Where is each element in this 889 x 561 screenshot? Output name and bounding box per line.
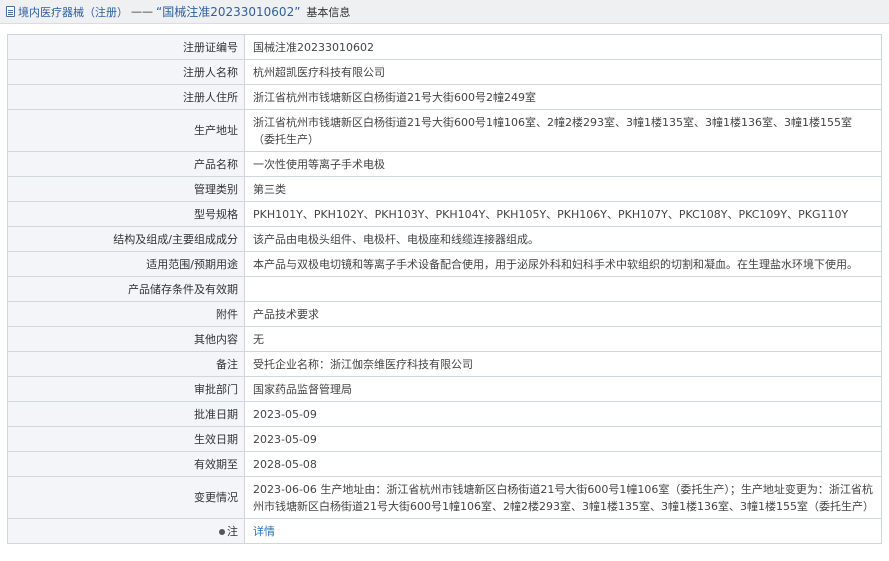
table-row: 附件 产品技术要求 [7, 301, 882, 327]
table-row: 变更情况 2023-06-06 生产地址由：浙江省杭州市钱塘新区白杨街道21号大街… [7, 476, 882, 519]
field-label: 注册人住所 [7, 84, 245, 110]
field-value: PKH101Y、PKH102Y、PKH103Y、PKH104Y、PKH105Y、… [244, 201, 882, 227]
field-value: 2023-05-09 [244, 426, 882, 452]
table-row: 结构及组成/主要组成成分 该产品由电极头组件、电极杆、电极座和线缆连接器组成。 [7, 226, 882, 252]
table-row: 审批部门 国家药品监督管理局 [7, 376, 882, 402]
table-row: 生产地址 浙江省杭州市钱塘新区白杨街道21号大街600号1幢106室、2幢2楼29… [7, 109, 882, 152]
field-value: 受托企业名称：浙江伽奈维医疗科技有限公司 [244, 351, 882, 377]
field-label: 生效日期 [7, 426, 245, 452]
field-value: 国械注准20233010602 [244, 34, 882, 60]
field-label: 备注 [7, 351, 245, 377]
table-row: 备注 受托企业名称：浙江伽奈维医疗科技有限公司 [7, 351, 882, 377]
field-label: 生产地址 [7, 109, 245, 152]
field-value: 产品技术要求 [244, 301, 882, 327]
table-row: 产品名称 一次性使用等离子手术电极 [7, 151, 882, 177]
field-value: 2023-05-09 [244, 401, 882, 427]
table-row: 注册人名称 杭州超凯医疗科技有限公司 [7, 59, 882, 85]
table-row: 适用范围/预期用途 本产品与双极电切镜和等离子手术设备配合使用，用于泌尿外科和妇科… [7, 251, 882, 277]
table-row: 其他内容无 [7, 326, 882, 352]
field-value: 无 [244, 326, 882, 352]
field-value: 浙江省杭州市钱塘新区白杨街道21号大街600号1幢106室、2幢2楼293室、3… [244, 109, 882, 152]
field-value: 本产品与双极电切镜和等离子手术设备配合使用，用于泌尿外科和妇科手术中软组织的切割… [244, 251, 882, 277]
table-row-note: 注 详情 [7, 518, 882, 544]
page-header: 境内医疗器械（注册） —— “国械注准20233010602” 基本信息 [0, 0, 889, 24]
note-label-cell: 注 [7, 518, 245, 544]
table-row: 产品储存条件及有效期 [7, 276, 882, 302]
field-value: 杭州超凯医疗科技有限公司 [244, 59, 882, 85]
field-label: 有效期至 [7, 451, 245, 477]
field-value: 2028-05-08 [244, 451, 882, 477]
field-value: 2023-06-06 生产地址由：浙江省杭州市钱塘新区白杨街道21号大街600号… [244, 476, 882, 519]
field-value: 国家药品监督管理局 [244, 376, 882, 402]
field-label: 注册证编号 [7, 34, 245, 60]
table-row: 管理类别 第三类 [7, 176, 882, 202]
field-label: 其他内容 [7, 326, 245, 352]
table-row: 型号规格 PKH101Y、PKH102Y、PKH103Y、PKH104Y、PKH1… [7, 201, 882, 227]
table-row: 批准日期 2023-05-09 [7, 401, 882, 427]
info-table: 注册证编号 国械注准20233010602 注册人名称 杭州超凯医疗科技有限公司 注册人… [7, 34, 882, 544]
field-label: 批准日期 [7, 401, 245, 427]
breadcrumb-link[interactable]: 境内医疗器械（注册） [18, 4, 128, 20]
field-value: 一次性使用等离子手术电极 [244, 151, 882, 177]
field-value: 浙江省杭州市钱塘新区白杨街道21号大街600号2幢249室 [244, 84, 882, 110]
field-label: 注册人名称 [7, 59, 245, 85]
pin-icon [219, 528, 225, 535]
field-value [244, 276, 882, 302]
table-row: 注册证编号 国械注准20233010602 [7, 34, 882, 60]
title-suffix: 基本信息 [306, 5, 351, 19]
field-label: 管理类别 [7, 176, 245, 202]
note-value-cell: 详情 [244, 518, 882, 544]
breadcrumb-separator: —— [131, 5, 153, 18]
field-label: 附件 [7, 301, 245, 327]
field-value: 该产品由电极头组件、电极杆、电极座和线缆连接器组成。 [244, 226, 882, 252]
field-label: 产品名称 [7, 151, 245, 177]
field-label: 型号规格 [7, 201, 245, 227]
table-row: 有效期至 2028-05-08 [7, 451, 882, 477]
details-link[interactable]: 详情 [253, 525, 275, 538]
field-value: 第三类 [244, 176, 882, 202]
field-label: 结构及组成/主要组成成分 [7, 226, 245, 252]
field-label: 变更情况 [7, 476, 245, 519]
field-label: 审批部门 [7, 376, 245, 402]
table-row: 生效日期 2023-05-09 [7, 426, 882, 452]
note-label: 注 [227, 524, 238, 538]
record-title: “国械注准20233010602” [156, 5, 301, 19]
document-icon [6, 6, 15, 17]
field-label: 适用范围/预期用途 [7, 251, 245, 277]
field-label: 产品储存条件及有效期 [7, 276, 245, 302]
table-row: 注册人住所 浙江省杭州市钱塘新区白杨街道21号大街600号2幢249室 [7, 84, 882, 110]
